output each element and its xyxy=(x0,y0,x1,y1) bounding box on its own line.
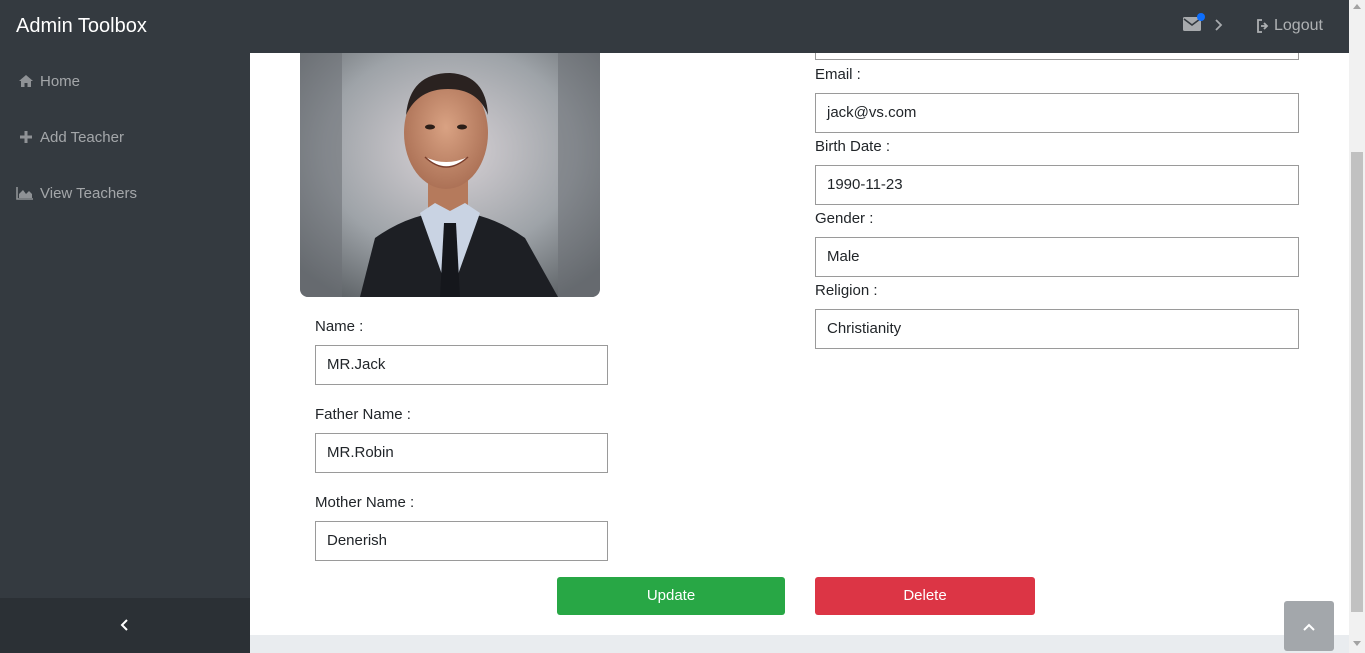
chevron-right-icon[interactable] xyxy=(1212,15,1226,35)
plus-icon xyxy=(20,131,32,143)
email-label: Email : xyxy=(815,66,861,83)
delete-button[interactable]: Delete xyxy=(815,577,1035,615)
previous-field-edge[interactable] xyxy=(815,53,1299,60)
chevron-left-icon[interactable] xyxy=(118,617,132,633)
update-button[interactable]: Update xyxy=(557,577,785,615)
back-to-top-button[interactable] xyxy=(1284,601,1334,651)
religion-label: Religion : xyxy=(815,282,878,299)
name-label: Name : xyxy=(315,318,364,335)
logout-button[interactable]: Logout xyxy=(1256,15,1323,37)
gender-label: Gender : xyxy=(815,210,874,227)
sign-out-icon xyxy=(1257,19,1269,33)
sidebar: Home Add Teacher View Teachers xyxy=(0,53,250,653)
father-name-field[interactable]: MR.Robin xyxy=(315,433,608,473)
sidebar-item-label: Add Teacher xyxy=(40,128,124,146)
main-content: Name : MR.Jack Father Name : MR.Robin Mo… xyxy=(250,53,1349,653)
teacher-photo xyxy=(300,53,600,297)
email-field[interactable]: jack@vs.com xyxy=(815,93,1299,133)
mother-name-label: Mother Name : xyxy=(315,494,415,511)
chevron-up-icon xyxy=(1303,623,1315,631)
scroll-thumb[interactable] xyxy=(1351,152,1363,612)
top-navbar: Admin Toolbox Logout xyxy=(0,0,1349,53)
scroll-down-arrow[interactable] xyxy=(1353,641,1361,646)
sidebar-item-add-teacher[interactable]: Add Teacher xyxy=(18,125,124,149)
logout-label: Logout xyxy=(1274,17,1323,34)
sidebar-item-label: View Teachers xyxy=(40,184,138,202)
birth-date-label: Birth Date : xyxy=(815,138,891,155)
footer xyxy=(250,635,1349,653)
father-name-label: Father Name : xyxy=(315,406,411,423)
gender-field[interactable]: Male xyxy=(815,237,1299,277)
sidebar-item-label: Home xyxy=(40,72,81,90)
app-title[interactable]: Admin Toolbox xyxy=(16,13,147,39)
religion-field[interactable]: Christianity xyxy=(815,309,1299,349)
notification-badge xyxy=(1197,13,1205,21)
birth-date-field[interactable]: 1990-11-23 xyxy=(815,165,1299,205)
chart-area-icon xyxy=(16,187,33,200)
page-scrollbar[interactable] xyxy=(1349,0,1365,653)
home-icon xyxy=(19,75,33,87)
sidebar-footer xyxy=(0,598,250,653)
sidebar-item-home[interactable]: Home xyxy=(18,69,80,93)
name-field[interactable]: MR.Jack xyxy=(315,345,608,385)
sidebar-item-view-teachers[interactable]: View Teachers xyxy=(16,181,137,205)
scroll-up-arrow[interactable] xyxy=(1353,4,1361,9)
mother-name-field[interactable]: Denerish xyxy=(315,521,608,561)
